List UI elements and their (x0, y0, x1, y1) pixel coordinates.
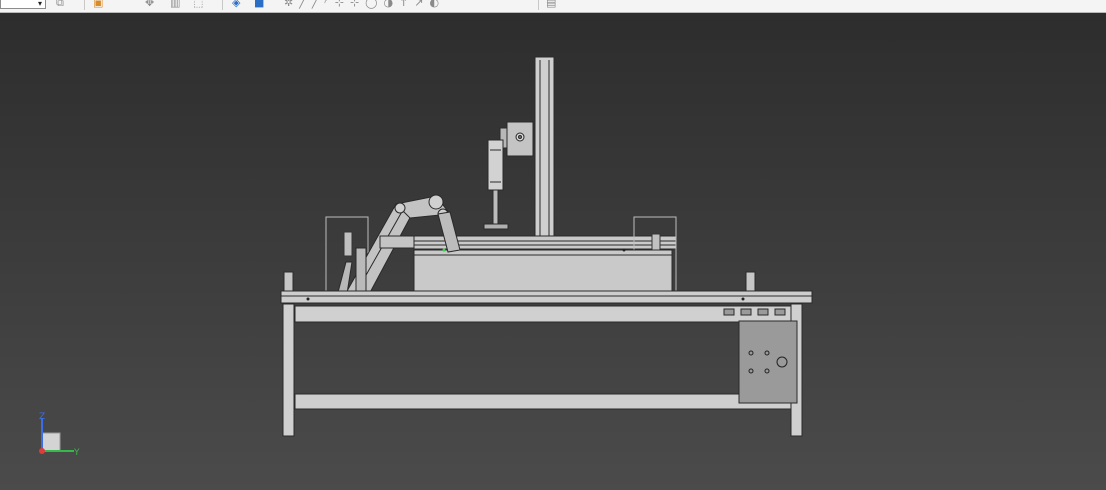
lower-stretcher[interactable] (294, 393, 792, 410)
table-legs[interactable] (282, 303, 803, 437)
x-axis-dot (39, 448, 45, 454)
display-style-icon[interactable]: ⧉ (56, 0, 64, 9)
section-icon[interactable]: ▥ (170, 0, 180, 9)
cad-model[interactable] (0, 0, 1106, 490)
toolbar-divider (538, 0, 539, 10)
table-apron[interactable] (294, 305, 798, 323)
view-toolbar: ▾ ⧉ ▣ ✥ ▥ ⬚ ◈ ■ ✲╱╱◜⊹⊹◯◑↑↗◐ ▤ (0, 0, 1106, 13)
sketch-tools-icon[interactable]: ✲╱╱◜⊹⊹◯◑↑↗◐ (284, 0, 445, 9)
triad-cube (41, 432, 61, 452)
control-panel-box[interactable] (738, 320, 798, 404)
appearance-icon[interactable]: ▣ (93, 0, 103, 9)
vertical-column[interactable] (531, 56, 558, 249)
view-cube-icon[interactable]: ◈ (232, 0, 240, 9)
pan-icon[interactable]: ✥ (145, 0, 154, 9)
select-box-icon[interactable]: ⬚ (193, 0, 203, 9)
orientation-triad: Z Y (30, 410, 90, 465)
pneumatic-cylinder[interactable] (483, 121, 534, 230)
layer-icon[interactable]: ▤ (546, 0, 556, 9)
view-dropdown[interactable]: ▾ (0, 0, 46, 9)
shaded-view-icon[interactable]: ■ (254, 0, 264, 9)
graphics-viewport[interactable]: Z Y ▾ ⧉ ▣ ✥ ▥ ⬚ ◈ ■ ✲╱╱◜⊹⊹◯◑↑↗◐ ▤ (0, 0, 1106, 490)
y-axis-label: Y (73, 448, 80, 458)
toolbar-divider (222, 0, 223, 10)
toolbar-divider (84, 0, 85, 10)
chevron-down-icon: ▾ (37, 0, 42, 8)
z-axis-label: Z (39, 412, 45, 422)
